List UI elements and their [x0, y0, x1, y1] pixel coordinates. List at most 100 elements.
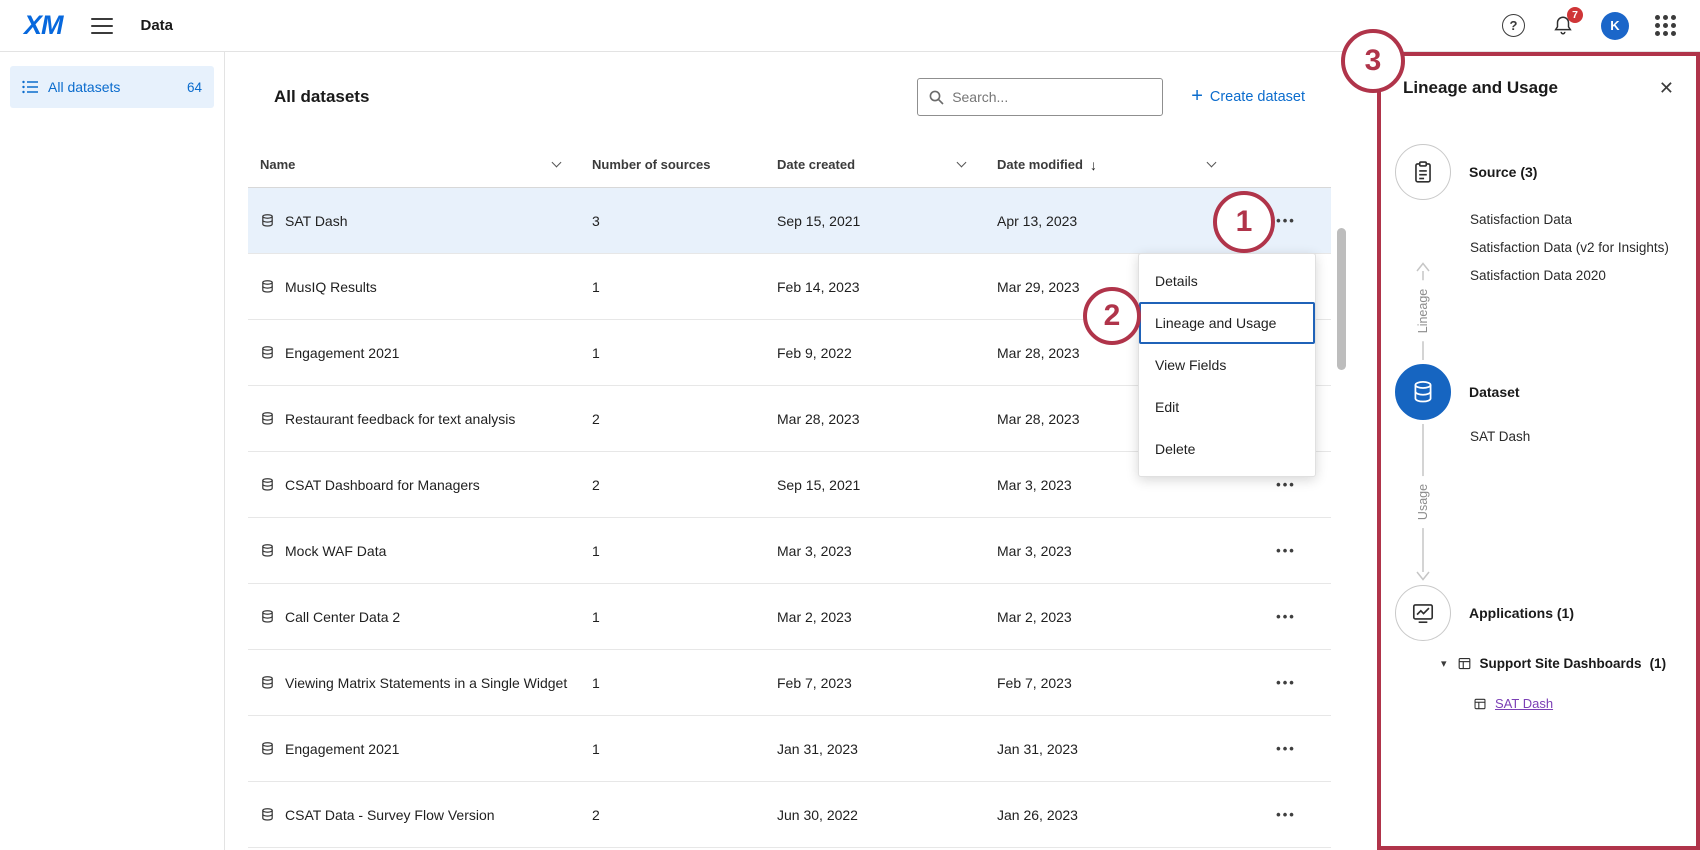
notifications-bell-icon[interactable]: 7 [1551, 14, 1575, 38]
date-modified-cell: Jan 26, 2023 [997, 807, 1241, 823]
date-created-cell: Feb 9, 2022 [777, 345, 997, 361]
row-actions-ellipsis-button[interactable]: ••• [1276, 543, 1296, 558]
source-list-item: Satisfaction Data (v2 for Insights) [1470, 234, 1669, 262]
table-row[interactable]: Engagement 2021 1 Jan 31, 2023 Jan 31, 2… [248, 716, 1331, 782]
row-actions-ellipsis-button[interactable]: ••• [1276, 807, 1296, 822]
collapse-caret-icon[interactable]: ▾ [1439, 657, 1449, 670]
column-header-date-created[interactable]: Date created [777, 157, 997, 172]
row-actions-ellipsis-button[interactable]: ••• [1276, 675, 1296, 690]
date-created-cell: Jun 30, 2022 [777, 807, 997, 823]
page-title: All datasets [274, 87, 369, 107]
usage-arrow-label: Usage [1416, 476, 1430, 528]
date-created-cell: Feb 14, 2023 [777, 279, 997, 295]
chevron-down-icon [552, 158, 562, 168]
column-header-date-modified[interactable]: Date modified ↓ [997, 157, 1241, 173]
xm-logo: XM [24, 10, 63, 41]
datasets-table: Name Number of sources Date created Date… [248, 142, 1331, 848]
dataset-icon [260, 609, 275, 624]
date-created-cell: Mar 2, 2023 [777, 609, 997, 625]
vertical-scrollbar-thumb[interactable] [1337, 228, 1346, 370]
context-menu-item[interactable]: Details [1139, 260, 1315, 302]
dataset-name-text: CSAT Data - Survey Flow Version [285, 807, 495, 823]
topbar: XM Data ? 7 K [0, 0, 1700, 52]
dataset-name-cell: Restaurant feedback for text analysis [248, 403, 592, 435]
application-group-count: (1) [1650, 656, 1667, 671]
context-menu-item[interactable]: View Fields [1139, 344, 1315, 386]
row-actions-ellipsis-button[interactable]: ••• [1276, 609, 1296, 624]
application-link-row: SAT Dash [1473, 696, 1553, 711]
dataset-name-text: Restaurant feedback for text analysis [285, 411, 515, 427]
date-modified-cell: Mar 2, 2023 [997, 609, 1241, 625]
date-modified-cell: Jan 31, 2023 [997, 741, 1241, 757]
dataset-name-cell: CSAT Dashboard for Managers [248, 469, 592, 501]
column-header-name[interactable]: Name [248, 157, 592, 172]
dataset-name-text: Call Center Data 2 [285, 609, 400, 625]
table-row[interactable]: Call Center Data 2 1 Mar 2, 2023 Mar 2, … [248, 584, 1331, 650]
hamburger-menu-icon[interactable] [91, 18, 113, 34]
plus-icon: + [1191, 86, 1203, 106]
table-row[interactable]: Mock WAF Data 1 Mar 3, 2023 Mar 3, 2023 … [248, 518, 1331, 584]
source-list: Satisfaction Data Satisfaction Data (v2 … [1470, 206, 1669, 290]
dataset-name-text: MusIQ Results [285, 279, 377, 295]
dashboard-icon [1457, 656, 1472, 671]
dataset-name-text: Engagement 2021 [285, 741, 399, 757]
dataset-name-text: CSAT Dashboard for Managers [285, 477, 480, 493]
panel-title: Lineage and Usage [1403, 78, 1558, 98]
dashboard-chart-icon [1410, 600, 1436, 626]
dataset-icon [260, 477, 275, 492]
database-icon [1410, 379, 1436, 405]
application-group-row: ▾ Support Site Dashboards (1) [1439, 656, 1666, 671]
dataset-icon [260, 807, 275, 822]
dataset-name-cell: Mock WAF Data [248, 535, 592, 567]
search-box[interactable] [917, 78, 1163, 116]
search-icon [928, 89, 944, 105]
sources-count-cell: 2 [592, 807, 777, 823]
sidebar: All datasets 64 [0, 52, 225, 850]
dataset-icon [260, 345, 275, 360]
date-created-cell: Mar 3, 2023 [777, 543, 997, 559]
applications-node: Applications (1) [1395, 585, 1574, 641]
dashboard-icon [1473, 697, 1487, 711]
table-row[interactable]: Viewing Matrix Statements in a Single Wi… [248, 650, 1331, 716]
table-row[interactable]: CSAT Data - Survey Flow Version 2 Jun 30… [248, 782, 1331, 848]
help-icon[interactable]: ? [1502, 14, 1525, 37]
avatar[interactable]: K [1601, 12, 1629, 40]
sidebar-item-count: 64 [187, 80, 202, 95]
applications-node-label: Applications (1) [1469, 605, 1574, 621]
sources-count-cell: 1 [592, 345, 777, 361]
context-menu-item[interactable]: Edit [1139, 386, 1315, 428]
notification-badge: 7 [1567, 7, 1583, 23]
sources-count-cell: 2 [592, 411, 777, 427]
dataset-node-circle [1395, 364, 1451, 420]
application-link[interactable]: SAT Dash [1495, 696, 1553, 711]
sidebar-item-all-datasets[interactable]: All datasets 64 [10, 66, 214, 108]
row-actions-ellipsis-button[interactable]: ••• [1276, 477, 1296, 492]
source-node-circle [1395, 144, 1451, 200]
app-switcher-waffle-icon[interactable] [1655, 15, 1676, 36]
table-row[interactable]: SAT Dash 3 Sep 15, 2021 Apr 13, 2023 ••• [248, 188, 1331, 254]
lineage-usage-panel: Lineage and Usage ✕ Source (3) Satisfact… [1377, 52, 1700, 850]
date-modified-cell: Mar 3, 2023 [997, 477, 1241, 493]
sources-count-cell: 1 [592, 741, 777, 757]
close-icon[interactable]: ✕ [1659, 79, 1674, 97]
context-menu: Details Lineage and Usage View Fields Ed… [1138, 253, 1316, 477]
row-actions-ellipsis-button[interactable]: ••• [1276, 213, 1296, 228]
search-input[interactable] [952, 89, 1152, 105]
sort-descending-icon: ↓ [1090, 157, 1097, 173]
dataset-name-text: Engagement 2021 [285, 345, 399, 361]
row-actions-ellipsis-button[interactable]: ••• [1276, 741, 1296, 756]
dataset-name-text: Mock WAF Data [285, 543, 386, 559]
source-node-label: Source (3) [1469, 164, 1537, 180]
dataset-icon [260, 675, 275, 690]
column-header-sources[interactable]: Number of sources [592, 157, 777, 172]
context-menu-item[interactable]: Lineage and Usage [1139, 302, 1315, 344]
chevron-down-icon [1207, 158, 1217, 168]
create-dataset-button[interactable]: + Create dataset [1191, 88, 1305, 106]
list-icon [22, 80, 38, 94]
date-created-cell: Sep 15, 2021 [777, 213, 997, 229]
dataset-name-cell: Engagement 2021 [248, 337, 592, 369]
context-menu-item[interactable]: Delete [1139, 428, 1315, 470]
sources-count-cell: 1 [592, 675, 777, 691]
dataset-icon [260, 279, 275, 294]
lineage-arrow-label: Lineage [1416, 281, 1430, 342]
